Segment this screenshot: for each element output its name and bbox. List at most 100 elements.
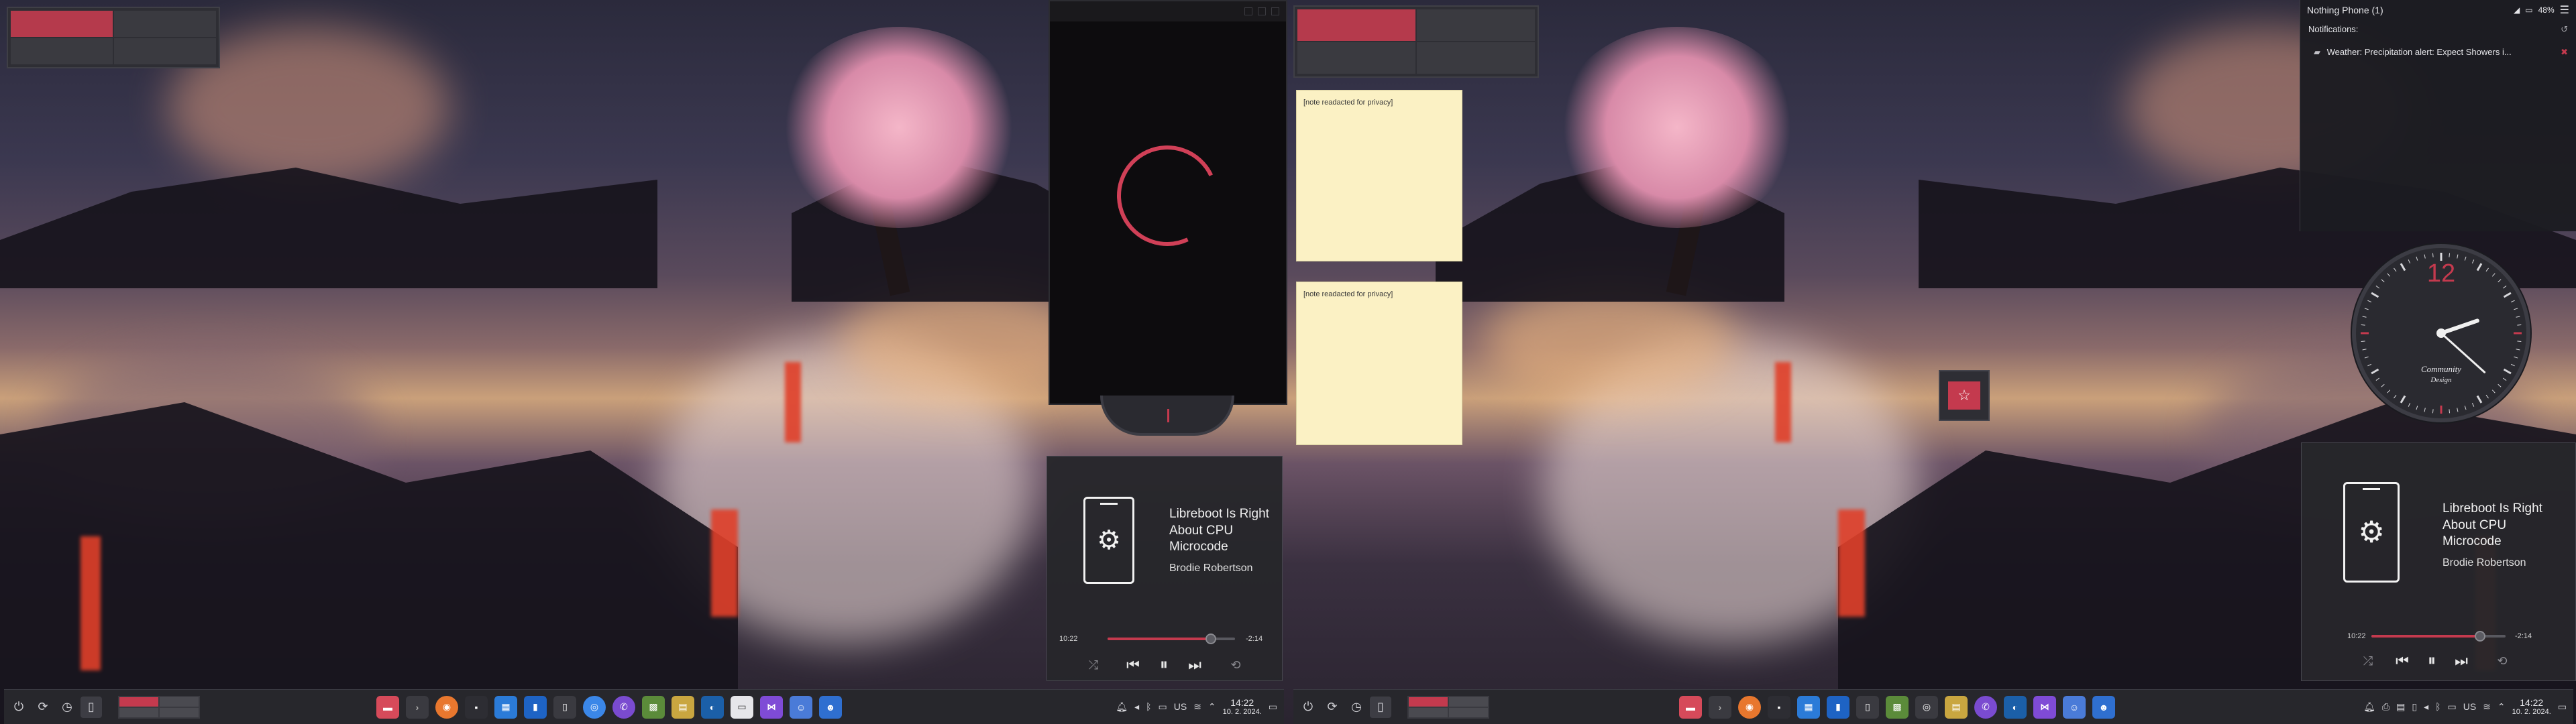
network-icon[interactable]: ≋: [1193, 701, 1201, 713]
network-icon[interactable]: ≋: [2483, 701, 2491, 713]
steam-icon[interactable]: ◐: [2004, 695, 2027, 719]
phone-small-icon[interactable]: ▯: [553, 695, 576, 719]
pager-desktop-2[interactable]: [1449, 697, 1488, 707]
arrow-icon[interactable]: ›: [406, 695, 429, 719]
notification-item[interactable]: ▰ Weather: Precipitation alert: Expect S…: [2300, 47, 2576, 58]
phone-icon[interactable]: ▯: [80, 696, 102, 718]
chromium-icon[interactable]: ◎: [1915, 695, 1938, 719]
repeat-icon[interactable]: ⟲: [2492, 651, 2512, 671]
media-player-widget-left[interactable]: ⚙ Libreboot Is Right About CPU Microcode…: [1046, 456, 1283, 681]
taskbar-clock[interactable]: 14:22 10. 2. 2024.: [1223, 697, 1262, 716]
expand-tray-icon[interactable]: ⌃: [2498, 701, 2506, 713]
terminal-icon[interactable]: ▪: [465, 695, 488, 719]
pause-icon[interactable]: ⏸: [1150, 654, 1177, 676]
phone-icon[interactable]: ▯: [1370, 696, 1391, 718]
progress-knob[interactable]: [1205, 634, 1216, 644]
minecraft-icon[interactable]: ▩: [1886, 695, 1909, 719]
app-launcher-icon[interactable]: ⏻: [1297, 697, 1319, 718]
keyboard-layout[interactable]: US: [2463, 701, 2476, 712]
volume-icon[interactable]: ◂: [2424, 701, 2428, 713]
discord-icon[interactable]: ☺: [790, 695, 812, 719]
folder-red-icon[interactable]: ▬: [376, 695, 399, 719]
printer-icon[interactable]: ⎙: [2382, 701, 2390, 713]
pager-desktop-1[interactable]: [1409, 697, 1448, 707]
desktop-1[interactable]: [1297, 9, 1415, 41]
expand-tray-icon[interactable]: ⌃: [1208, 701, 1216, 713]
pager-desktop-1[interactable]: [119, 697, 158, 707]
desktop-1[interactable]: [11, 11, 113, 37]
show-desktop-icon[interactable]: ▭: [2558, 701, 2567, 713]
clipboard-icon[interactable]: ▤: [2396, 701, 2405, 713]
visual-studio-icon[interactable]: ⋈: [2033, 695, 2056, 719]
sticky-note-bottom[interactable]: [note readacted for privacy]: [1296, 282, 1462, 445]
media-player-widget-right[interactable]: ⚙ Libreboot Is Right About CPU Microcode…: [2301, 442, 2576, 681]
desktop-2[interactable]: [114, 11, 216, 37]
next-track-icon[interactable]: ⏭: [1181, 654, 1208, 676]
notification-bell-icon[interactable]: 🔔︎: [2363, 701, 2375, 713]
dismiss-icon[interactable]: ✖: [2561, 47, 2568, 58]
archive-icon[interactable]: ▤: [672, 695, 694, 719]
maximize-icon[interactable]: [1258, 7, 1266, 15]
progress-knob[interactable]: [2475, 631, 2485, 642]
bluetooth-icon[interactable]: ᛒ: [2435, 701, 2440, 712]
virtual-desktop-pager-left[interactable]: [7, 7, 220, 68]
show-desktop-icon[interactable]: ▭: [1269, 701, 1277, 713]
next-track-icon[interactable]: ⏭: [2448, 650, 2475, 672]
calendar-icon[interactable]: ▦: [1797, 695, 1820, 719]
pager-desktop-4[interactable]: [160, 707, 199, 717]
bluetooth-icon[interactable]: ᛒ: [1146, 701, 1151, 712]
previous-track-icon[interactable]: ⏮: [2389, 650, 2416, 672]
phone-notifications-widget[interactable]: Nothing Phone (1) ◢ ▭ 48% ☰ Notification…: [2300, 0, 2576, 231]
taskbar-pager[interactable]: [118, 695, 200, 719]
viber-icon[interactable]: ✆: [612, 695, 635, 719]
archive-icon[interactable]: ▤: [1945, 695, 1968, 719]
shuffle-icon[interactable]: ⤮: [2358, 651, 2378, 671]
phone-status-icon[interactable]: ▯: [2412, 701, 2417, 713]
minimize-icon[interactable]: [1244, 7, 1252, 15]
document-icon[interactable]: ▭: [731, 695, 753, 719]
refresh-icon[interactable]: ⟳: [32, 697, 54, 718]
shuffle-icon[interactable]: ⤮: [1083, 655, 1104, 675]
display-icon[interactable]: ▭: [1159, 701, 1167, 713]
taskbar-clock[interactable]: 14:22 10. 2. 2024.: [2512, 697, 2551, 716]
firefox-icon[interactable]: ◉: [1738, 695, 1761, 719]
virtual-desktop-pager-right[interactable]: [1293, 5, 1539, 78]
notification-bell-icon[interactable]: 🔔︎: [1116, 701, 1128, 713]
refresh-icon[interactable]: ⟳: [1322, 697, 1343, 718]
refresh-icon[interactable]: ↺: [2561, 24, 2568, 35]
kdeconnect-icon[interactable]: ▮: [524, 695, 547, 719]
minecraft-icon[interactable]: ▩: [642, 695, 665, 719]
phone-small-icon[interactable]: ▯: [1856, 695, 1879, 719]
calendar-icon[interactable]: ▦: [494, 695, 517, 719]
back-icon[interactable]: ◷: [56, 697, 78, 718]
keyboard-layout[interactable]: US: [1174, 701, 1187, 712]
pager-desktop-3[interactable]: [119, 707, 158, 717]
kdeconnect-icon[interactable]: ▮: [1827, 695, 1849, 719]
arrow-icon[interactable]: ›: [1709, 695, 1731, 719]
close-icon[interactable]: [1271, 7, 1279, 15]
pager-desktop-2[interactable]: [160, 697, 199, 707]
back-icon[interactable]: ◷: [1346, 697, 1367, 718]
repeat-icon[interactable]: ⟲: [1226, 655, 1246, 675]
desktop-3[interactable]: [1297, 42, 1415, 74]
app-launcher-icon[interactable]: ⏻: [8, 697, 30, 718]
terminal-icon[interactable]: ▪: [1768, 695, 1790, 719]
taskbar-pager[interactable]: [1407, 695, 1489, 719]
pager-desktop-3[interactable]: [1409, 707, 1448, 717]
progress-bar[interactable]: [1108, 634, 1235, 644]
bot-icon[interactable]: ☻: [819, 695, 842, 719]
star-launcher-widget[interactable]: ☆: [1939, 370, 1990, 421]
desktop-4[interactable]: [1417, 42, 1535, 74]
discord-icon[interactable]: ☺: [2063, 695, 2086, 719]
firefox-icon[interactable]: ◉: [435, 695, 458, 719]
sticky-note-top[interactable]: [note readacted for privacy]: [1296, 90, 1462, 261]
chromium-icon[interactable]: ◎: [583, 695, 606, 719]
bot-icon[interactable]: ☻: [2092, 695, 2115, 719]
steam-icon[interactable]: ◐: [701, 695, 724, 719]
progress-bar[interactable]: [2371, 631, 2506, 642]
pager-desktop-4[interactable]: [1449, 707, 1488, 717]
viber-icon[interactable]: ✆: [1974, 695, 1997, 719]
desktop-2[interactable]: [1417, 9, 1535, 41]
pause-icon[interactable]: ⏸: [2418, 650, 2445, 672]
visual-studio-icon[interactable]: ⋈: [760, 695, 783, 719]
